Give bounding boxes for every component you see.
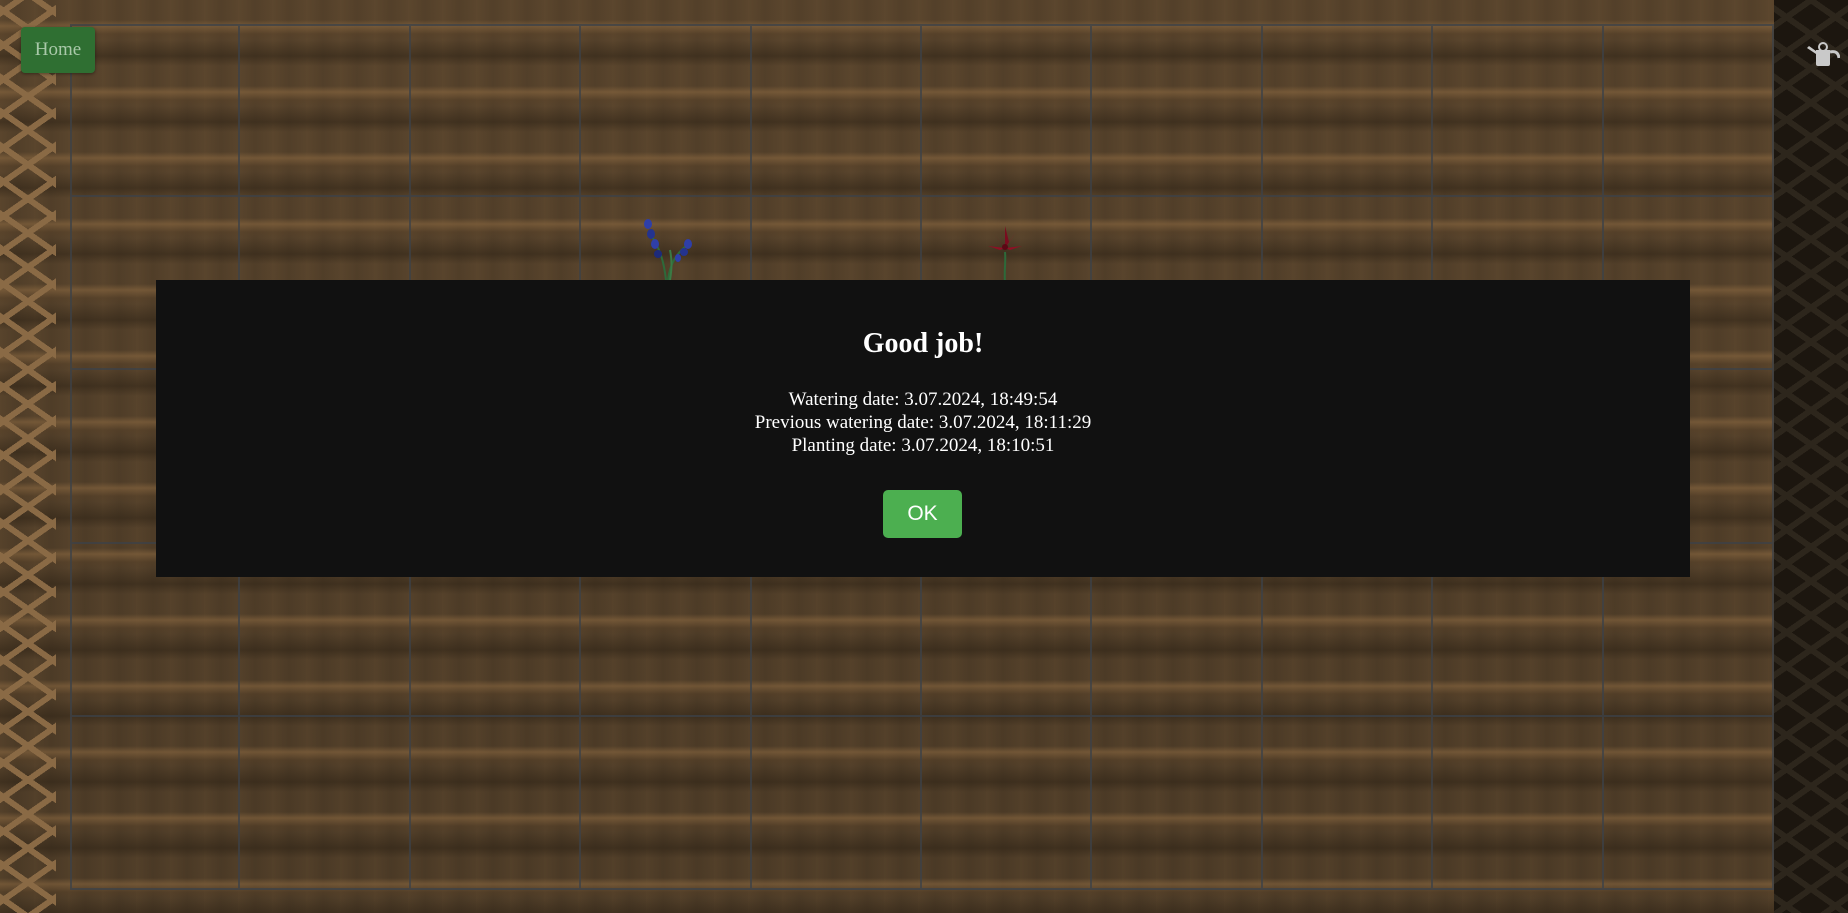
garden-plot[interactable] — [1092, 24, 1263, 198]
dialog-details: Watering date: 3.07.2024, 18:49:54 Previ… — [156, 388, 1690, 457]
garden-plot[interactable] — [751, 716, 922, 890]
garden-plot[interactable] — [410, 24, 582, 198]
right-trellis — [1774, 0, 1848, 913]
planting-date-text: Planting date: 3.07.2024, 18:10:51 — [791, 435, 1055, 456]
garden-plot[interactable] — [921, 24, 1093, 198]
dialog-title: Good job! — [862, 328, 984, 359]
watering-can-icon[interactable] — [1806, 40, 1840, 68]
left-trellis — [0, 0, 56, 913]
garden-plot[interactable] — [581, 716, 752, 890]
garden-plot[interactable] — [240, 24, 411, 198]
garden-plot[interactable] — [1603, 24, 1774, 198]
previous-watering-date-text: Previous watering date: 3.07.2024, 18:11… — [754, 412, 1092, 433]
garden-plot[interactable] — [921, 716, 1093, 890]
garden-plot[interactable] — [1433, 24, 1604, 198]
ok-button[interactable]: OK — [883, 490, 962, 538]
garden-plot[interactable] — [1092, 716, 1263, 890]
garden-plot[interactable] — [1433, 716, 1604, 890]
watering-result-dialog: Good job! Watering date: 3.07.2024, 18:4… — [156, 280, 1690, 577]
bluebell-plant[interactable] — [630, 214, 710, 280]
garden-plot[interactable] — [70, 716, 241, 890]
home-button[interactable]: Home — [21, 27, 95, 73]
garden-plot[interactable] — [1262, 716, 1434, 890]
red-lily-plant[interactable] — [980, 222, 1030, 282]
garden-plot[interactable] — [410, 716, 582, 890]
garden-plot[interactable] — [70, 24, 241, 198]
watering-date-text: Watering date: 3.07.2024, 18:49:54 — [788, 389, 1058, 410]
garden-plot[interactable] — [751, 24, 922, 198]
garden-plot[interactable] — [1603, 716, 1774, 890]
garden-plot[interactable] — [581, 24, 752, 198]
garden-plot[interactable] — [240, 716, 411, 890]
garden-plot[interactable] — [1262, 24, 1434, 198]
